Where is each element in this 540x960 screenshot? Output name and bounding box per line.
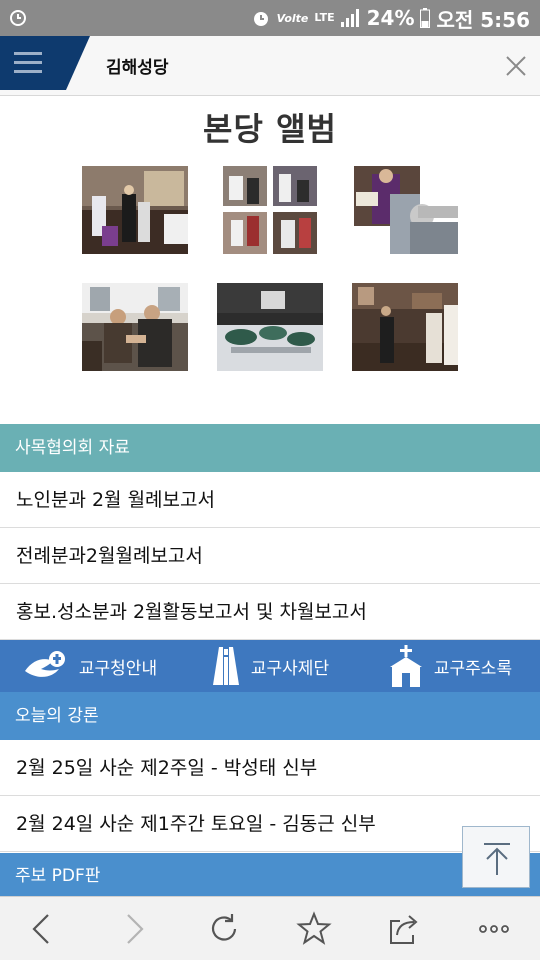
close-icon[interactable] [504,54,528,78]
section-header-bulletin[interactable]: 주보 PDF판 [0,853,540,897]
album-photo-6[interactable] [352,283,458,371]
list-item[interactable]: 전례분과2월월례보고서 [0,528,540,584]
church-icon [389,645,422,687]
section-header-homily[interactable]: 오늘의 강론 [0,692,540,740]
page-title: 김해성당 [106,58,169,78]
menu-button[interactable] [0,36,90,90]
quicklink-label: 교구청안내 [78,658,158,679]
list-item[interactable]: 2월 25일 사순 제2주일 - 박성태 신부 [0,740,540,796]
album-photo-1[interactable] [82,166,188,254]
browser-bottom-nav [0,896,540,960]
signal-icon [340,9,359,27]
list-item[interactable]: 2월 24일 사순 제1주간 토요일 - 김동근 신부 [0,796,540,852]
bookmark-star-icon[interactable] [296,911,332,947]
carrier-label: Volte [276,11,309,25]
back-icon[interactable] [24,911,60,947]
alarm-icon [10,10,26,26]
album-title: 본당 앨범 [203,110,337,148]
album-photo-2[interactable] [217,166,323,254]
battery-icon [420,8,431,28]
list-item[interactable]: 홍보.성소분과 2월활동보고서 및 차월보고서 [0,584,540,640]
quicklink-label: 교구사제단 [250,658,330,679]
quicklink-diocese-office[interactable]: 교구청안내 [0,640,180,692]
reload-icon[interactable] [206,911,242,947]
quicklink-diocese-directory[interactable]: 교구주소록 [360,640,540,692]
list-item[interactable]: 노인분과 2월 월례보고서 [0,472,540,528]
network-label: LTE [314,11,335,24]
app-header: 김해성당 [0,36,540,96]
section-header-pastoral-council[interactable]: 사목협의회 자료 [0,424,540,472]
quick-links-bar: 교구청안내 교구사제단 교구주소록 [0,640,540,692]
album-photo-5[interactable] [217,283,323,371]
more-icon[interactable] [476,911,512,947]
share-icon[interactable] [386,911,422,947]
status-bar: Volte LTE 24% 오전 5:56 [0,0,540,36]
alarm-clock-icon [253,12,268,26]
quicklink-diocese-priests[interactable]: 교구사제단 [180,640,360,692]
forward-icon[interactable] [116,911,152,947]
album-photo-3[interactable] [352,166,458,254]
album-photo-4[interactable] [82,283,188,371]
hamburger-icon [0,36,90,90]
clock: 오전 5:56 [436,7,530,32]
dove-cross-icon [24,651,65,677]
priest-robe-icon [212,647,239,685]
quicklink-label: 교구주소록 [433,658,513,679]
scroll-to-top-button[interactable] [462,826,530,888]
battery-percent: 24% [366,6,415,30]
arrow-up-icon [484,843,510,875]
